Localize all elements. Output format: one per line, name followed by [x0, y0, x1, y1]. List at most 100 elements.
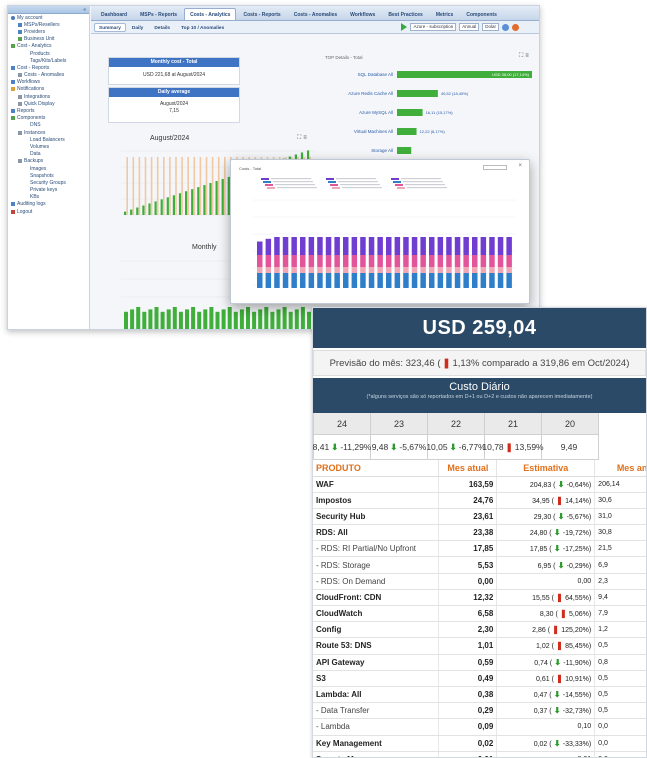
bar[interactable] [172, 307, 177, 330]
bar-segment[interactable] [317, 273, 323, 288]
bar[interactable] [144, 157, 147, 215]
bar-segment[interactable] [300, 255, 306, 267]
bar[interactable] [221, 178, 224, 215]
main-tab[interactable]: Costs - Anomalies [288, 8, 343, 20]
bar-segment[interactable] [265, 273, 272, 288]
bar[interactable] [172, 195, 175, 215]
bar[interactable] [138, 157, 141, 215]
sidebar-item[interactable]: Backups [8, 158, 89, 165]
bar[interactable] [178, 311, 183, 330]
bar-segment[interactable] [368, 237, 375, 255]
bar-segment[interactable] [377, 267, 383, 273]
bar[interactable] [258, 309, 263, 330]
bar-segment[interactable] [454, 255, 461, 267]
table-row[interactable]: CloudFront: CDN 12,32 15,55 ( ❚ 64,55%) 9,4 [313, 589, 646, 607]
sidebar-item[interactable]: Providers [8, 28, 89, 35]
bar-segment[interactable] [403, 267, 409, 273]
bar[interactable] [169, 157, 171, 215]
bar-segment[interactable] [325, 267, 332, 273]
sidebar-item[interactable]: Private keys [8, 187, 89, 194]
table-row[interactable]: S3 0,49 0,61 ( ❚ 10,91%) 0,5 [313, 670, 646, 687]
bar-segment[interactable] [454, 237, 461, 255]
bar[interactable] [166, 309, 171, 330]
bar[interactable] [199, 157, 202, 215]
bar-segment[interactable] [489, 237, 495, 255]
period-select[interactable]: Annual [459, 23, 480, 31]
main-tab[interactable]: Workflows [344, 8, 381, 20]
sub-tab[interactable]: Top 10 / Anomalies [176, 23, 229, 32]
bar-segment[interactable] [429, 273, 435, 288]
bar[interactable] [224, 157, 226, 215]
bar-segment[interactable] [472, 237, 478, 255]
bar-segment[interactable] [368, 267, 375, 273]
bar-segment[interactable] [282, 267, 289, 273]
bar-segment[interactable] [411, 267, 418, 273]
collapse-icon[interactable]: « [83, 7, 86, 13]
sidebar-item[interactable]: KBs [8, 194, 89, 201]
bar-segment[interactable] [343, 267, 349, 273]
table-row[interactable]: - RDS: On Demand 0,00 0,00 2,3 [313, 573, 646, 590]
sidebar-item[interactable]: Cost - Reports [8, 64, 89, 71]
bar-segment[interactable] [411, 255, 418, 267]
bar-segment[interactable] [403, 255, 409, 267]
sidebar-item[interactable]: Reports [8, 107, 89, 114]
bar-segment[interactable] [403, 273, 409, 288]
bar[interactable] [252, 311, 257, 330]
bar-segment[interactable] [497, 237, 504, 255]
bar-segment[interactable] [291, 267, 297, 273]
bar-segment[interactable] [446, 267, 452, 273]
bar[interactable] [227, 307, 232, 330]
table-row[interactable]: - Lambda 0,09 0,10 0,0 [313, 718, 646, 736]
bar-segment[interactable] [368, 255, 375, 267]
bar-segment[interactable] [300, 267, 306, 273]
table-row[interactable]: RDS: All 23,38 24,80 ( ⬇ -19,72%) 30,8 [313, 524, 646, 542]
bar-segment[interactable] [489, 267, 495, 273]
sidebar-item[interactable]: Logout [8, 208, 89, 215]
bar-segment[interactable] [351, 255, 358, 267]
bar-segment[interactable] [411, 237, 418, 255]
bar-segment[interactable] [420, 255, 426, 267]
bar-segment[interactable] [291, 255, 297, 267]
sidebar-item[interactable]: Workflows [8, 79, 89, 86]
currency-select[interactable]: Dolar [482, 23, 499, 31]
bar[interactable] [211, 157, 214, 215]
main-tab[interactable]: Costs - Reports [237, 8, 286, 20]
bar[interactable] [276, 309, 281, 330]
bar-segment[interactable] [437, 267, 444, 273]
bar-segment[interactable] [368, 273, 375, 288]
bar-segment[interactable] [291, 273, 297, 288]
refresh-icon[interactable] [502, 23, 509, 31]
bar[interactable] [209, 183, 212, 215]
bar[interactable] [193, 157, 196, 215]
bar-segment[interactable] [351, 267, 358, 273]
sidebar-item[interactable]: Integrations [8, 93, 89, 100]
bar-segment[interactable] [394, 267, 401, 273]
bar[interactable] [264, 307, 269, 330]
bar[interactable] [197, 187, 200, 215]
bar[interactable] [187, 157, 189, 215]
sidebar-item[interactable]: MSPs/Resellers [8, 21, 89, 28]
bar-segment[interactable] [377, 273, 383, 288]
bar-segment[interactable] [472, 255, 478, 267]
bar-segment[interactable] [308, 255, 315, 267]
close-icon[interactable]: × [518, 163, 522, 169]
bar[interactable] [282, 307, 287, 330]
bar-segment[interactable] [394, 273, 401, 288]
bar[interactable] [150, 157, 153, 215]
table-row[interactable]: Impostos 24,76 34,95 ( ❚ 14,14%) 30,6 [313, 492, 646, 509]
bar-segment[interactable] [497, 267, 504, 273]
bar-segment[interactable] [411, 273, 418, 288]
sidebar-item[interactable]: Security Groups [8, 179, 89, 186]
bar-segment[interactable] [360, 267, 366, 273]
bar-segment[interactable] [386, 237, 392, 255]
bar-segment[interactable] [506, 267, 512, 273]
main-tab[interactable]: Costs - Analytics [184, 8, 237, 20]
sidebar-item[interactable]: Data [8, 151, 89, 158]
bar-segment[interactable] [257, 273, 263, 288]
bar-segment[interactable] [420, 237, 426, 255]
bar-segment[interactable] [334, 273, 340, 288]
main-tab[interactable]: Metrics [430, 8, 460, 20]
bar-segment[interactable] [420, 273, 426, 288]
sidebar-item[interactable]: Costs - Anomalies [8, 72, 89, 79]
table-row[interactable]: WAF 163,59 204,83 ( ⬇ -0,64%) 206,14 [313, 476, 646, 493]
